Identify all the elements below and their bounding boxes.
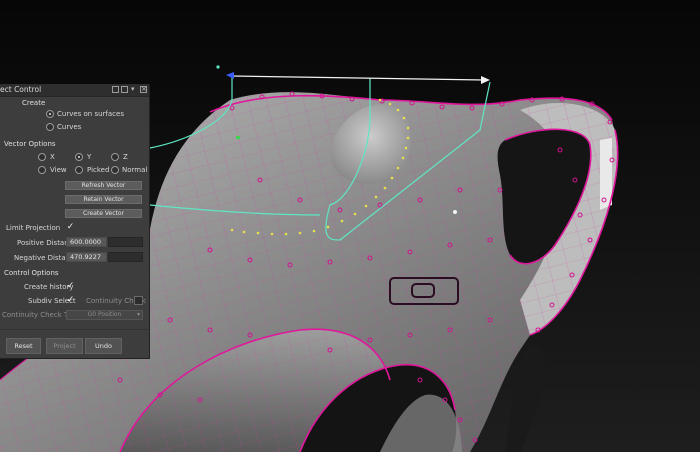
view-label: View: [50, 166, 67, 174]
radio-curves-on-surfaces[interactable]: [46, 110, 54, 118]
footer-divider: [0, 329, 149, 330]
project-control-panel: ect Control ▾ × Create Curves on surface…: [0, 84, 150, 359]
continuity-check-type-dropdown[interactable]: G0 Position ▾: [66, 310, 143, 320]
control-options-header: Control Options: [4, 269, 59, 277]
radio-normal[interactable]: [111, 166, 119, 174]
pin-icon[interactable]: [112, 86, 119, 93]
subdiv-select-checkbox[interactable]: ✓: [66, 296, 75, 305]
continuity-check-type-value: G0 Position: [87, 311, 122, 318]
positive-distance-input[interactable]: 600.0000: [66, 237, 107, 247]
undo-button[interactable]: Undo: [85, 338, 122, 354]
limit-projection-label: Limit Projection: [6, 224, 61, 232]
create-history-checkbox[interactable]: ✓: [66, 282, 75, 291]
refresh-vector-button[interactable]: Refresh Vector: [65, 181, 142, 190]
create-vector-button[interactable]: Create Vector: [65, 209, 142, 218]
curves-on-surfaces-label: Curves on surfaces: [57, 110, 124, 118]
retain-vector-button[interactable]: Retain Vector: [65, 195, 142, 204]
picked-label: Picked: [87, 166, 110, 174]
x-label: X: [50, 153, 55, 161]
radio-view[interactable]: [38, 166, 46, 174]
panel-title: ect Control: [0, 85, 42, 94]
reset-button[interactable]: Reset: [6, 338, 41, 354]
menu-arrow-icon[interactable]: ▾: [131, 85, 135, 93]
negative-distance-input[interactable]: 470.9227: [66, 252, 107, 262]
options-icon[interactable]: [121, 86, 128, 93]
radio-curves[interactable]: [46, 123, 54, 131]
panel-titlebar[interactable]: ect Control ▾ ×: [0, 84, 149, 97]
create-header: Create: [22, 99, 46, 107]
continuity-check-checkbox[interactable]: [134, 296, 143, 305]
radio-picked[interactable]: [75, 166, 83, 174]
positive-distance-slider[interactable]: [108, 237, 143, 247]
close-icon[interactable]: ×: [140, 86, 147, 93]
chevron-down-icon: ▾: [136, 311, 140, 318]
y-label: Y: [87, 153, 92, 161]
pivot-marker: [236, 136, 240, 139]
limit-projection-checkbox[interactable]: ✓: [66, 223, 75, 232]
radio-z[interactable]: [111, 153, 119, 161]
radio-y[interactable]: [75, 153, 83, 161]
cursor-marker: [453, 210, 457, 214]
project-button[interactable]: Project: [46, 338, 83, 354]
normal-label: Normal: [122, 166, 148, 174]
z-label: Z: [123, 153, 128, 161]
negative-distance-slider[interactable]: [108, 252, 143, 262]
radio-x[interactable]: [38, 153, 46, 161]
curves-label: Curves: [57, 123, 82, 131]
vector-options-header: Vector Options: [4, 140, 56, 148]
